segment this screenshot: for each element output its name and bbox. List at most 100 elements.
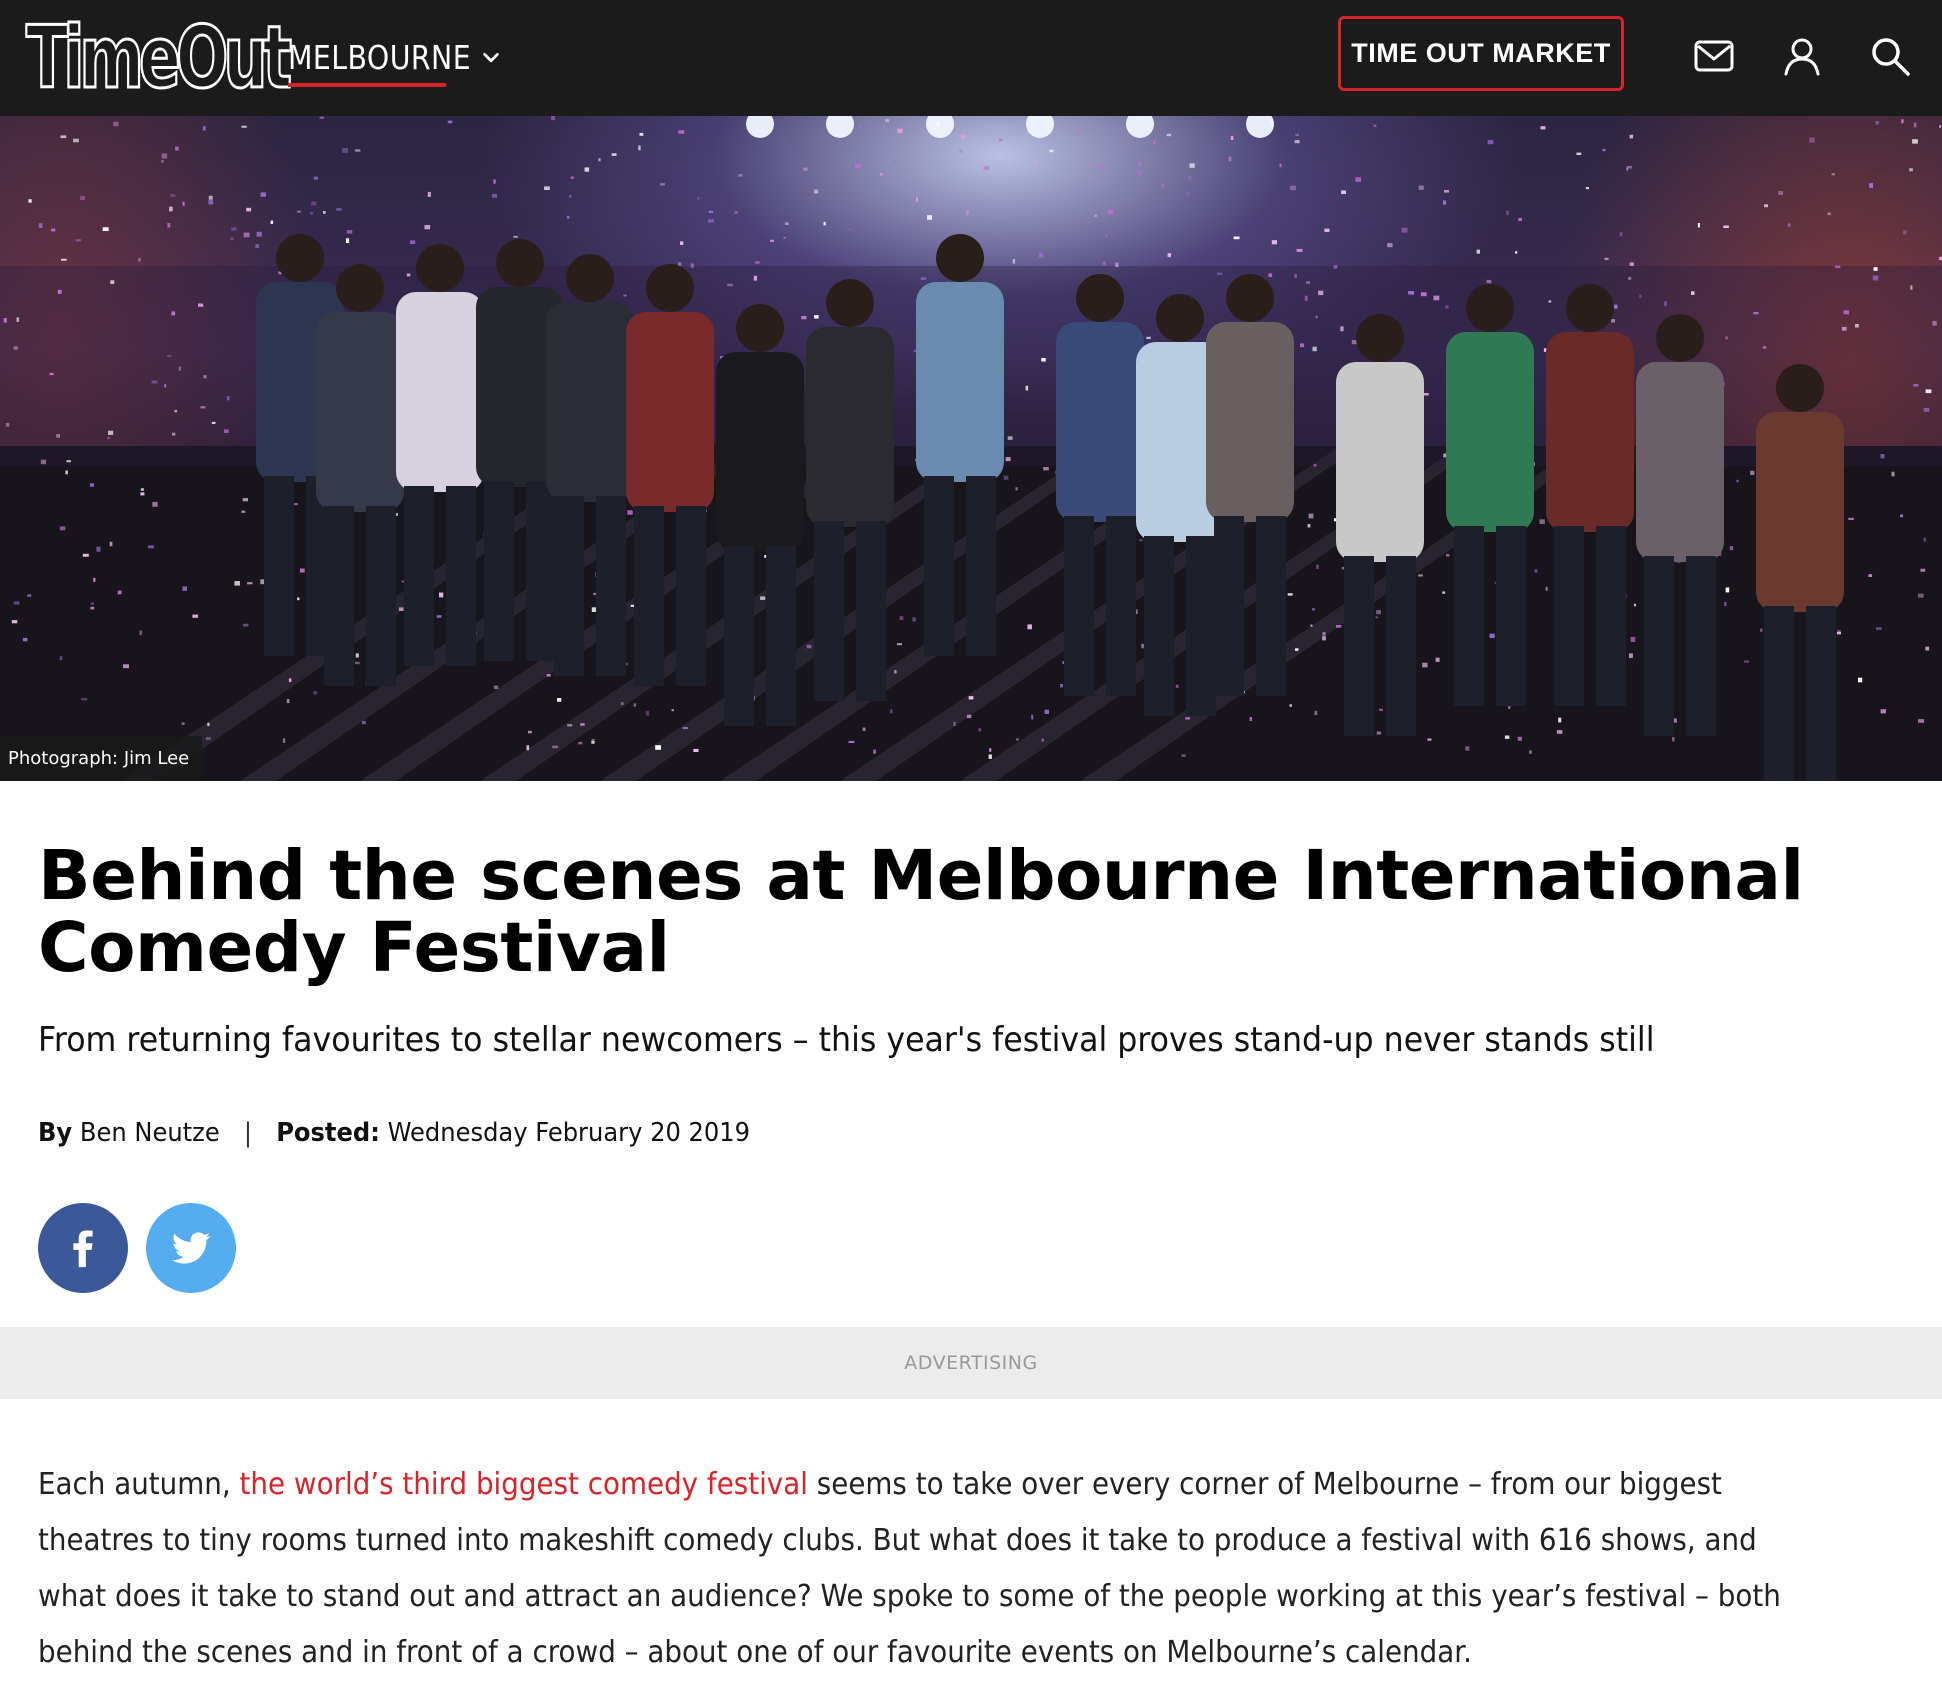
confetti: [1764, 204, 1768, 208]
stage-light: [1246, 116, 1274, 138]
confetti: [113, 121, 119, 127]
confetti: [567, 724, 573, 727]
confetti: [633, 703, 637, 707]
confetti: [1836, 631, 1841, 635]
performer-head: [1226, 274, 1274, 322]
confetti: [16, 317, 20, 322]
confetti: [678, 262, 682, 267]
confetti: [1422, 662, 1428, 668]
confetti: [1504, 735, 1510, 739]
confetti: [398, 607, 404, 611]
performer-leg: [966, 476, 996, 656]
performer-body: [1056, 322, 1144, 522]
confetti: [1558, 717, 1562, 723]
twitter-share-button[interactable]: [146, 1203, 236, 1293]
confetti: [528, 730, 532, 734]
performer-leg: [1144, 536, 1174, 716]
site-header: TimeOut MELBOURNE TIME OUT MARKET: [0, 0, 1942, 116]
confetti: [175, 146, 179, 151]
city-label[interactable]: MELBOURNE: [288, 38, 471, 87]
byline-separator: |: [243, 1118, 253, 1148]
confetti: [355, 653, 359, 658]
confetti: [1442, 591, 1446, 594]
confetti: [1401, 227, 1408, 233]
confetti: [760, 596, 766, 600]
performer-leg: [1064, 516, 1094, 696]
confetti: [208, 195, 213, 200]
user-icon[interactable]: [1778, 32, 1826, 80]
confetti: [246, 207, 252, 212]
confetti: [1181, 754, 1186, 757]
author-name[interactable]: Ben Neutze: [80, 1118, 220, 1148]
confetti: [1310, 624, 1313, 627]
search-icon[interactable]: [1866, 32, 1914, 80]
confetti: [147, 545, 154, 549]
performer-head: [1156, 294, 1204, 342]
confetti: [1012, 259, 1016, 264]
performer-head: [646, 264, 694, 312]
confetti: [1515, 251, 1518, 254]
confetti: [1290, 185, 1296, 191]
confetti: [1691, 291, 1695, 295]
chevron-down-icon[interactable]: [480, 47, 502, 69]
confetti: [1279, 163, 1282, 168]
confetti: [1729, 546, 1734, 551]
facebook-share-button[interactable]: [38, 1203, 128, 1293]
time-out-market-button[interactable]: TIME OUT MARKET: [1338, 16, 1624, 91]
confetti: [59, 526, 66, 531]
confetti: [167, 223, 171, 228]
confetti: [1306, 281, 1310, 284]
advertising-band: ADVERTISING: [0, 1327, 1942, 1399]
mail-icon[interactable]: [1690, 32, 1738, 80]
performer-leg: [634, 506, 664, 686]
festival-link[interactable]: the world’s third biggest comedy festiva…: [240, 1467, 808, 1502]
confetti: [1146, 336, 1151, 340]
confetti: [697, 197, 700, 200]
confetti: [1736, 479, 1739, 483]
confetti: [1296, 248, 1303, 252]
confetti: [978, 728, 981, 732]
confetti: [1753, 312, 1759, 315]
confetti: [858, 124, 861, 129]
confetti: [231, 227, 237, 231]
confetti: [282, 738, 286, 743]
confetti: [578, 741, 583, 745]
confetti: [1043, 467, 1049, 471]
confetti: [1289, 704, 1292, 707]
confetti: [1228, 156, 1232, 162]
confetti: [102, 227, 109, 231]
performer-head: [1776, 364, 1824, 412]
performer-body: [1446, 332, 1534, 532]
confetti: [167, 354, 172, 357]
confetti: [1724, 602, 1727, 607]
timeout-logo[interactable]: TimeOut: [25, 8, 293, 108]
confetti: [1880, 709, 1886, 714]
city-selector[interactable]: MELBOURNE: [288, 30, 502, 87]
confetti: [988, 754, 992, 759]
confetti: [38, 223, 43, 228]
comedy-stage-photo: [0, 116, 1942, 781]
confetti: [110, 280, 115, 284]
performer-head: [276, 234, 324, 282]
confetti: [491, 193, 497, 198]
confetti: [1027, 624, 1032, 630]
confetti: [286, 699, 290, 704]
confetti: [591, 741, 595, 744]
confetti: [513, 235, 518, 238]
confetti: [424, 225, 431, 230]
photo-caption: Photograph: Jim Lee: [0, 736, 202, 781]
confetti: [873, 749, 876, 754]
confetti: [1376, 610, 1381, 615]
confetti: [1750, 470, 1755, 475]
stage-light: [826, 116, 854, 138]
confetti: [1858, 677, 1863, 683]
confetti: [1094, 214, 1098, 217]
confetti: [611, 153, 617, 156]
confetti: [89, 483, 94, 487]
confetti: [848, 228, 852, 231]
confetti: [936, 122, 940, 127]
confetti: [27, 594, 32, 597]
confetti: [823, 221, 826, 226]
twitter-icon: [171, 1232, 211, 1264]
confetti: [1185, 717, 1191, 720]
